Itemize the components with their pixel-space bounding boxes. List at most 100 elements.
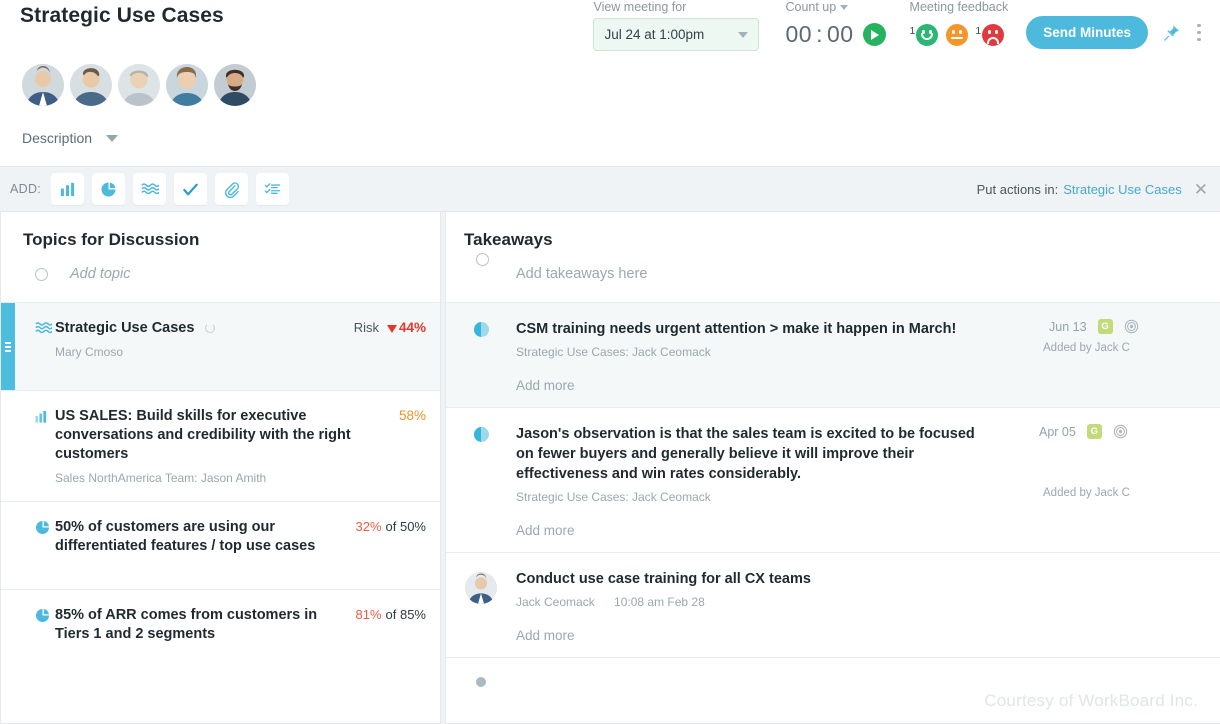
meeting-select-value: Jul 24 at 1:00pm xyxy=(604,27,705,42)
topic-row[interactable]: US SALES: Build skills for executive con… xyxy=(1,390,440,501)
add-takeaway-row[interactable]: Add takeaways here xyxy=(446,250,1220,302)
takeaway-date: Apr 05 xyxy=(1039,424,1076,439)
takeaway-row[interactable]: CSM training needs urgent attention > ma… xyxy=(446,302,1220,407)
avatar[interactable] xyxy=(214,64,256,106)
topic-row[interactable]: Strategic Use Cases Mary Cmoso Risk 44% xyxy=(1,302,440,390)
avatar[interactable] xyxy=(22,64,64,106)
avatar xyxy=(446,569,516,643)
send-minutes-button[interactable]: Send Minutes xyxy=(1026,16,1148,49)
timer-seconds: 00 xyxy=(826,21,854,47)
add-list-button[interactable] xyxy=(256,173,290,205)
topic-value: 81% xyxy=(355,607,382,622)
play-icon[interactable] xyxy=(862,23,886,46)
add-metric-button[interactable] xyxy=(51,173,85,205)
view-meeting-control: View meeting for Jul 24 at 1:00pm xyxy=(593,0,760,51)
target-icon[interactable] xyxy=(1113,424,1128,439)
add-takeaway-placeholder: Add takeaways here xyxy=(516,266,648,282)
attendee-avatars xyxy=(22,64,256,106)
waves-icon xyxy=(35,321,55,340)
takeaway-added-by: Added by Jack C xyxy=(1043,487,1130,499)
takeaway-meta: Apr 05 G Added by Jack C xyxy=(1005,424,1220,538)
pushpin-icon[interactable] xyxy=(1156,16,1186,49)
page-title: Strategic Use Cases xyxy=(20,4,224,27)
add-kpi-button[interactable] xyxy=(92,173,126,205)
feedback-sad-count: 1 xyxy=(975,24,982,37)
topic-subtitle: Mary Cmoso xyxy=(55,345,124,359)
avatar[interactable] xyxy=(70,64,112,106)
add-goal-button[interactable] xyxy=(133,173,167,205)
loading-spinner-icon xyxy=(205,323,216,334)
topic-row[interactable]: 50% of customers are using our different… xyxy=(1,501,440,589)
takeaways-title: Takeaways xyxy=(464,230,553,249)
takeaway-date: Jun 13 xyxy=(1049,319,1087,334)
takeaway-time: 10:08 am Feb 28 xyxy=(614,595,705,609)
kebab-menu-icon[interactable] xyxy=(1186,16,1212,49)
takeaway-author: Jack Ceomack xyxy=(516,595,595,609)
add-more-link[interactable]: Add more xyxy=(516,523,993,538)
grey-dot-icon xyxy=(446,674,516,687)
topic-value: 58% xyxy=(398,408,426,423)
target-icon[interactable] xyxy=(1124,319,1139,334)
takeaway-text: Jason's observation is that the sales te… xyxy=(516,426,975,482)
put-actions-target-link[interactable]: Strategic Use Cases xyxy=(1063,182,1182,197)
add-toolbar: ADD: Put actions in: Strategic Use Cases… xyxy=(0,166,1220,212)
topic-title: Strategic Use Cases xyxy=(55,320,195,336)
takeaway-added-by: Added by Jack C xyxy=(1043,342,1130,354)
topic-status-label: Risk xyxy=(353,320,379,335)
topic-value: 32% xyxy=(355,519,382,534)
meeting-feedback-control: Meeting feedback 1 1 xyxy=(909,0,1009,51)
add-action-button[interactable] xyxy=(174,173,208,205)
topic-title: 85% of ARR comes from customers in Tiers… xyxy=(55,607,318,642)
takeaway-meta xyxy=(1005,569,1220,643)
add-topic-row[interactable]: Add topic xyxy=(1,250,440,302)
topic-title: 50% of customers are using our different… xyxy=(55,519,316,554)
courtesy-watermark: Courtesy of WorkBoard Inc. xyxy=(984,691,1198,710)
feedback-neutral[interactable] xyxy=(945,23,969,46)
topic-value-target: of 50% xyxy=(385,519,426,534)
topic-value-target: of 85% xyxy=(385,607,426,622)
takeaways-panel: Takeaways Add takeaways here CSM trainin… xyxy=(445,212,1220,724)
neutral-face-icon xyxy=(946,23,969,46)
timer-minutes: 00 xyxy=(785,21,813,47)
meeting-controls: View meeting for Jul 24 at 1:00pm Count … xyxy=(593,0,1212,51)
description-toggle[interactable]: Description xyxy=(22,130,119,146)
circle-icon xyxy=(35,267,48,281)
sad-face-icon xyxy=(982,23,1005,46)
panels-container: Topics for Discussion Add topic Strategi… xyxy=(0,212,1220,724)
feedback-faces: 1 1 xyxy=(910,18,1009,51)
goal-badge[interactable]: G xyxy=(1097,319,1113,334)
topic-title: US SALES: Build skills for executive con… xyxy=(55,408,351,462)
count-mode[interactable]: Count up xyxy=(785,0,885,14)
takeaway-row[interactable]: Conduct use case training for all CX tea… xyxy=(446,552,1220,657)
pie-chart-icon xyxy=(35,520,55,540)
avatar[interactable] xyxy=(166,64,208,106)
bar-chart-icon xyxy=(35,409,55,428)
takeaway-source: Strategic Use Cases: Jack Ceomack xyxy=(516,490,711,504)
top-header: Strategic Use Cases View meeting for Jul… xyxy=(0,0,1220,166)
close-icon[interactable]: ✕ xyxy=(1194,181,1208,198)
avatar[interactable] xyxy=(118,64,160,106)
add-more-link[interactable]: Add more xyxy=(516,628,993,643)
circle-icon xyxy=(476,253,489,266)
happy-face-icon xyxy=(916,23,939,46)
meeting-feedback-label: Meeting feedback xyxy=(909,0,1009,14)
feedback-happy[interactable]: 1 xyxy=(910,23,939,46)
goal-badge[interactable]: G xyxy=(1086,424,1102,439)
drag-handle-icon[interactable] xyxy=(5,341,11,352)
timer-control: Count up 00 : 00 xyxy=(785,0,886,51)
put-actions-label: Put actions in: xyxy=(976,181,1059,197)
add-more-link[interactable]: Add more xyxy=(516,378,993,393)
takeaway-source: Strategic Use Cases: Jack Ceomack xyxy=(516,345,711,359)
half-circle-icon xyxy=(446,319,516,393)
chevron-down-icon xyxy=(738,31,749,38)
put-actions: Put actions in: Strategic Use Cases ✕ xyxy=(977,181,1208,198)
feedback-sad[interactable]: 1 xyxy=(975,23,1005,46)
topic-row[interactable]: 85% of ARR comes from customers in Tiers… xyxy=(1,589,440,677)
meeting-select[interactable]: Jul 24 at 1:00pm xyxy=(593,18,760,51)
add-attachment-button[interactable] xyxy=(215,173,249,205)
takeaway-text: Conduct use case training for all CX tea… xyxy=(516,571,811,587)
takeaway-row[interactable]: Jason's observation is that the sales te… xyxy=(446,407,1220,552)
topic-value: 44% xyxy=(386,320,426,335)
app-root: Strategic Use Cases View meeting for Jul… xyxy=(0,0,1220,724)
pie-chart-icon xyxy=(35,608,55,628)
